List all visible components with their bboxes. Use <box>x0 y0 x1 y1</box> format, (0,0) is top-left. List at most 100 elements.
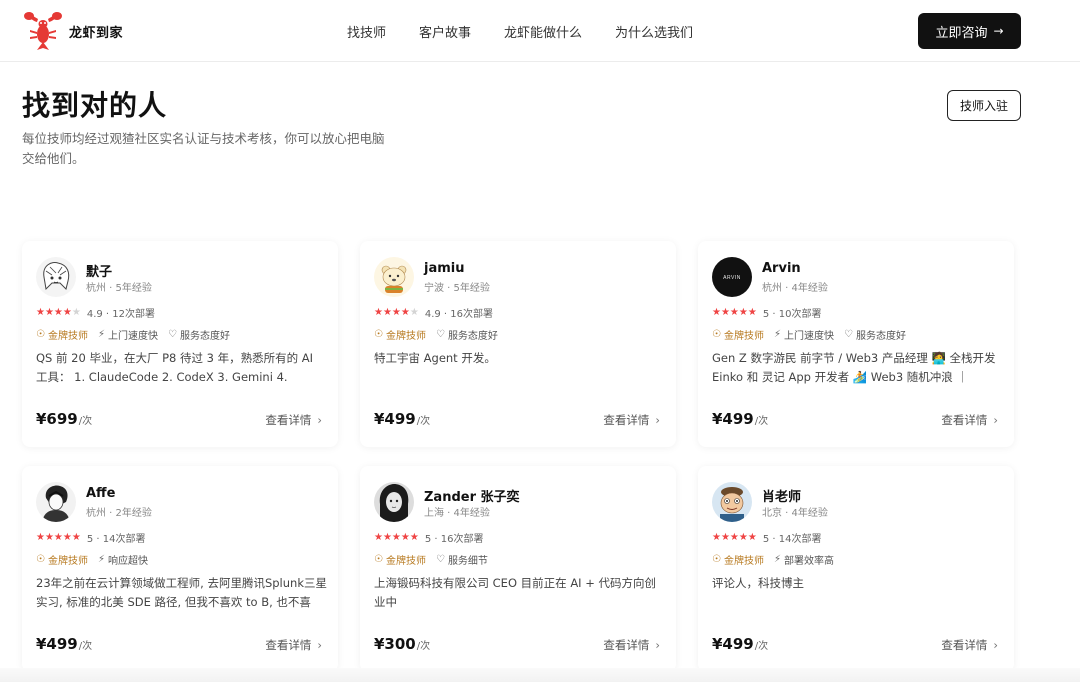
brand-logo-link[interactable]: 龙虾到家 <box>22 10 123 52</box>
medal-icon: ☉ <box>36 554 45 565</box>
page-title: 找到对的人 <box>22 89 168 122</box>
tag-list: ☉ 金牌技师 ⚡︎ 响应超快 <box>36 552 158 567</box>
price: ¥499/次 <box>374 410 431 428</box>
medal-icon: ☉ <box>374 554 383 565</box>
tag-list: ☉ 金牌技师 ⚡︎ 上门速度快 ♡ 服务态度好 <box>36 327 240 342</box>
avatar <box>374 257 414 297</box>
rating-row: ★★★★★ 5 · 16次部署 <box>374 530 483 545</box>
gold-badge: ☉ 金牌技师 <box>712 554 764 567</box>
tag-list: ☉ 金牌技师 ⚡︎ 部署效率高 <box>712 552 844 567</box>
price: ¥499/次 <box>712 410 769 428</box>
technician-location-experience: 杭州 · 4年经验 <box>762 283 828 294</box>
service-tag: ⚡︎ 上门速度快 <box>97 329 158 342</box>
medal-icon: ☉ <box>712 329 721 340</box>
rating-text: 5 · 14次部署 <box>762 534 822 545</box>
rating-row: ★★★★★ 5 · 14次部署 <box>36 530 145 545</box>
page-bottom-edge <box>0 668 1080 682</box>
price-unit: /次 <box>416 416 431 427</box>
price: ¥499/次 <box>36 635 93 653</box>
rating-text: 4.9 · 12次部署 <box>86 309 155 320</box>
star-rating-icon: ★★★★★ <box>374 307 419 318</box>
lobster-logo-icon <box>24 12 62 50</box>
technician-card[interactable]: 肖老师 北京 · 4年经验 ★★★★★ 5 · 14次部署 ☉ 金牌技师 ⚡︎ 部署效… <box>698 466 1014 672</box>
heart-icon: ♡ <box>435 554 445 565</box>
view-detail-link[interactable]: 查看详情 › <box>941 637 998 653</box>
brand-name: 龙虾到家 <box>69 25 124 41</box>
technician-name: 肖老师 <box>762 490 802 505</box>
star-rating-icon: ★★★★★ <box>712 532 757 543</box>
price-unit: /次 <box>416 641 431 652</box>
nav-why-choose-us[interactable]: 为什么选我们 <box>615 22 693 41</box>
technician-name: jamiu <box>424 261 465 276</box>
bolt-icon: ⚡︎ <box>773 554 781 565</box>
technician-location-experience: 上海 · 4年经验 <box>424 508 490 519</box>
technician-card[interactable]: ARVIN Arvin 杭州 · 4年经验 ★★★★★ 5 · 10次部署 ☉ 金… <box>698 241 1014 447</box>
heart-icon: ♡ <box>435 329 445 340</box>
avatar <box>36 257 76 297</box>
technician-bio: 上海锻码科技有限公司 CEO 目前正在 AI + 代码方向创业中 <box>374 576 657 609</box>
price-unit: /次 <box>78 641 93 652</box>
view-detail-link[interactable]: 查看详情 › <box>265 412 322 428</box>
price-unit: /次 <box>754 641 769 652</box>
technician-bio: QS 前 20 毕业，在大厂 P8 待过 3 年，熟悉所有的 AI 工具： 1.… <box>36 351 314 384</box>
technician-bio: 特工宇宙 Agent 开发。 <box>374 351 496 365</box>
technician-location-experience: 杭州 · 2年经验 <box>86 508 152 519</box>
tag-list: ☉ 金牌技师 ♡ 服务细节 <box>374 552 498 567</box>
nav-customer-stories[interactable]: 客户故事 <box>419 22 471 41</box>
avatar <box>374 482 414 522</box>
technician-name: Affe <box>86 486 116 501</box>
page-description: 每位技师均经过观猹社区实名认证与技术考核，你可以放心把电脑交给他们。 <box>22 131 385 166</box>
avatar: ARVIN <box>712 257 752 297</box>
bolt-icon: ⚡︎ <box>773 329 781 340</box>
gold-badge: ☉ 金牌技师 <box>374 554 426 567</box>
nav-find-technician[interactable]: 找技师 <box>347 22 386 41</box>
view-detail-link[interactable]: 查看详情 › <box>603 637 660 653</box>
gold-badge: ☉ 金牌技师 <box>36 554 88 567</box>
rating-text: 5 · 10次部署 <box>762 309 822 320</box>
technician-apply-button[interactable]: 技师入驻 <box>947 90 1021 121</box>
service-tag: ⚡︎ 部署效率高 <box>773 554 834 567</box>
technician-location-experience: 宁波 · 5年经验 <box>424 283 490 294</box>
price-unit: /次 <box>754 416 769 427</box>
technician-location-experience: 北京 · 4年经验 <box>762 508 828 519</box>
heart-icon: ♡ <box>168 329 177 340</box>
medal-icon: ☉ <box>374 329 383 340</box>
main-nav: 找技师 客户故事 龙虾能做什么 为什么选我们 <box>347 22 726 41</box>
service-tag: ♡ 服务态度好 <box>168 329 230 342</box>
technician-card[interactable]: jamiu 宁波 · 5年经验 ★★★★★ 4.9 · 16次部署 ☉ 金牌技师 ♡… <box>360 241 676 447</box>
view-detail-link[interactable]: 查看详情 › <box>603 412 660 428</box>
top-navbar: 龙虾到家 找技师 客户故事 龙虾能做什么 为什么选我们 立即咨询 → <box>0 0 1080 62</box>
chevron-right-icon: › <box>655 638 660 652</box>
rating-row: ★★★★★ 4.9 · 16次部署 <box>374 305 493 320</box>
consult-now-button[interactable]: 立即咨询 → <box>918 13 1021 49</box>
medal-icon: ☉ <box>36 329 45 340</box>
chevron-right-icon: › <box>993 413 998 427</box>
technician-name: 默子 <box>86 265 113 280</box>
service-tag: ♡ 服务态度好 <box>435 329 498 342</box>
service-tag: ♡ 服务态度好 <box>844 329 906 342</box>
technician-card[interactable]: Affe 杭州 · 2年经验 ★★★★★ 5 · 14次部署 ☉ 金牌技师 ⚡︎ 响应… <box>22 466 338 672</box>
technician-card[interactable]: Zander 张子奕 上海 · 4年经验 ★★★★★ 5 · 16次部署 ☉ 金牌… <box>360 466 676 672</box>
rating-text: 5 · 14次部署 <box>86 534 146 545</box>
technician-card[interactable]: 默子 杭州 · 5年经验 ★★★★★ 4.9 · 12次部署 ☉ 金牌技师 ⚡︎ 上门… <box>22 241 338 447</box>
avatar <box>36 482 76 522</box>
bolt-icon: ⚡︎ <box>97 329 105 340</box>
technician-bio: 评论人，科技博主 <box>712 576 804 590</box>
medal-icon: ☉ <box>712 554 721 565</box>
chevron-right-icon: › <box>317 413 322 427</box>
technician-bio: 23年之前在云计算领域做工程师, 去阿里腾讯Splunk三星实习, 标准的北美 … <box>36 576 327 609</box>
price-unit: /次 <box>78 416 93 427</box>
star-rating-icon: ★★★★★ <box>36 532 81 543</box>
rating-text: 5 · 16次部署 <box>424 534 484 545</box>
technician-name: Zander 张子奕 <box>424 490 520 505</box>
arrow-right-icon: → <box>993 24 1004 38</box>
service-tag: ⚡︎ 响应超快 <box>97 554 148 567</box>
rating-row: ★★★★★ 5 · 14次部署 <box>712 530 821 545</box>
view-detail-link[interactable]: 查看详情 › <box>941 412 998 428</box>
rating-row: ★★★★★ 4.9 · 12次部署 <box>36 305 155 320</box>
chevron-right-icon: › <box>317 638 322 652</box>
view-detail-link[interactable]: 查看详情 › <box>265 637 322 653</box>
nav-what-lobster-can-do[interactable]: 龙虾能做什么 <box>504 22 582 41</box>
service-tag: ♡ 服务细节 <box>435 554 488 567</box>
bolt-icon: ⚡︎ <box>97 554 105 565</box>
